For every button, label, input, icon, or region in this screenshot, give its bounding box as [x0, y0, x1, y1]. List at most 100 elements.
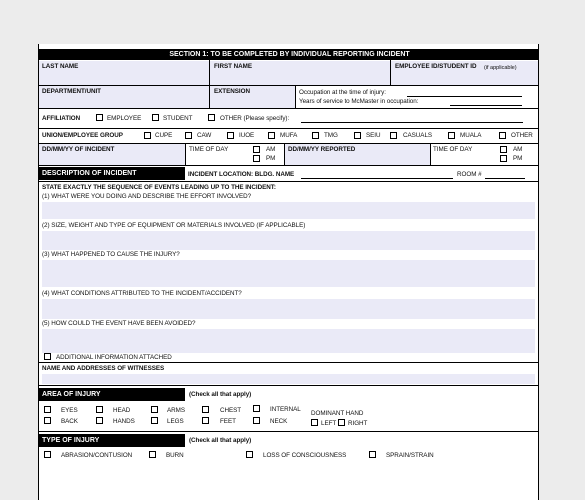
question-4-answer[interactable] [42, 299, 535, 319]
chest-label: CHEST [220, 407, 242, 414]
hands-label: HANDS [113, 418, 135, 425]
loss-of-consciousness-checkbox[interactable] [246, 451, 253, 458]
bldg-name-line[interactable] [301, 178, 453, 179]
sequence-intro: STATE EXACTLY THE SEQUENCE OF EVENTS LEA… [42, 184, 276, 191]
question-2-answer[interactable] [42, 231, 535, 250]
abrasion-label: ABRASION/CONTUSION [61, 452, 133, 459]
employee-option-label: EMPLOYEE [107, 115, 142, 122]
additional-info-label: ADDITIONAL INFORMATION ATTACHED [56, 354, 172, 361]
arms-label: ARMS [167, 407, 185, 414]
employee-id-note: (if applicable) [484, 64, 517, 71]
neck-label: NECK [270, 418, 288, 425]
burn-checkbox[interactable] [149, 451, 156, 458]
union-option: CUPE [155, 132, 173, 139]
burn-label: BURN [166, 452, 184, 459]
am-2-label: AM [513, 146, 523, 153]
union-checkbox[interactable] [499, 132, 506, 139]
union-label: UNION/EMPLOYEE GROUP [42, 132, 123, 139]
student-option-label: STUDENT [163, 115, 193, 122]
feet-checkbox[interactable] [202, 417, 209, 424]
pm-checkbox[interactable] [253, 155, 260, 162]
union-option: CAW [197, 132, 212, 139]
am-label: AM [266, 146, 276, 153]
head-checkbox[interactable] [96, 406, 103, 413]
union-option: OTHER [511, 132, 533, 139]
question-3-label: (3) WHAT HAPPENED TO CAUSE THE INJURY? [42, 251, 180, 258]
back-checkbox[interactable] [44, 417, 51, 424]
incident-report-form: SECTION 1: TO BE COMPLETED BY INDIVIDUAL… [38, 44, 539, 500]
question-5-answer[interactable] [42, 329, 535, 353]
student-checkbox[interactable] [152, 114, 159, 121]
dominant-hand-label: DOMINANT HAND [311, 410, 364, 417]
union-option: MUALA [460, 132, 482, 139]
question-5-label: (5) HOW COULD THE EVENT HAVE BEEN AVOIDE… [42, 320, 196, 327]
time-of-day-label: TIME OF DAY [189, 146, 229, 153]
hands-checkbox[interactable] [96, 417, 103, 424]
eyes-label: EYES [61, 407, 78, 414]
neck-checkbox[interactable] [253, 417, 260, 424]
right-hand-checkbox[interactable] [338, 419, 345, 426]
loss-of-consciousness-label: LOSS OF CONSCIOUSNESS [263, 452, 347, 459]
incident-date-label: DD/MM/YY OF INCIDENT [42, 146, 115, 153]
type-check-all-note: (Check all that apply) [189, 437, 252, 444]
union-checkbox[interactable] [268, 132, 275, 139]
am-checkbox[interactable] [253, 146, 260, 153]
occupation-label: Occupation at the time of injury: [299, 89, 386, 96]
question-1-answer[interactable] [42, 202, 535, 219]
sprain-strain-label: SPRAIN/STRAIN [386, 452, 434, 459]
time-of-day-2-label: TIME OF DAY [433, 146, 473, 153]
first-name-label: FIRST NAME [214, 63, 252, 70]
employee-id-label: EMPLOYEE ID/STUDENT ID [395, 63, 477, 70]
back-label: BACK [61, 418, 78, 425]
room-label: ROOM # [457, 171, 482, 178]
witnesses-field[interactable] [42, 374, 535, 384]
union-option: SEIU [366, 132, 381, 139]
union-option: TMG [324, 132, 338, 139]
room-line[interactable] [485, 178, 525, 179]
union-checkbox[interactable] [312, 132, 319, 139]
legs-checkbox[interactable] [151, 417, 158, 424]
sprain-strain-checkbox[interactable] [369, 451, 376, 458]
eyes-checkbox[interactable] [44, 406, 51, 413]
last-name-label: LAST NAME [42, 63, 79, 70]
area-of-injury-header: AREA OF INJURY [39, 388, 185, 401]
other-specify-line[interactable] [301, 122, 523, 123]
am-2-checkbox[interactable] [500, 146, 507, 153]
union-checkbox[interactable] [354, 132, 361, 139]
internal-label: INTERNAL [270, 406, 301, 413]
left-hand-label: LEFT [321, 420, 337, 427]
arms-checkbox[interactable] [151, 406, 158, 413]
other-affiliation-label: OTHER (Please specify): [220, 115, 289, 123]
additional-info-checkbox[interactable] [44, 353, 51, 360]
affiliation-label: AFFILIATION [42, 115, 81, 122]
feet-label: FEET [220, 418, 236, 425]
question-4-label: (4) WHAT CONDITIONS ATTRIBUTED TO THE IN… [42, 290, 242, 297]
witnesses-label: NAME AND ADDRESSES OF WITNESSES [42, 365, 165, 372]
internal-checkbox[interactable] [253, 405, 260, 412]
chest-checkbox[interactable] [202, 406, 209, 413]
question-3-answer[interactable] [42, 260, 535, 287]
union-option: IUOE [239, 132, 255, 139]
occupation-line[interactable] [407, 96, 522, 97]
union-checkbox[interactable] [390, 132, 397, 139]
union-checkbox[interactable] [227, 132, 234, 139]
other-affiliation-checkbox[interactable] [208, 114, 215, 121]
years-service-line[interactable] [450, 105, 522, 106]
pm-2-checkbox[interactable] [500, 155, 507, 162]
left-hand-checkbox[interactable] [311, 419, 318, 426]
type-of-injury-header: TYPE OF INJURY [39, 434, 185, 447]
reported-date-label: DD/MM/YY REPORTED [288, 146, 356, 153]
section-header: SECTION 1: TO BE COMPLETED BY INDIVIDUAL… [39, 49, 538, 60]
legs-label: LEGS [167, 418, 184, 425]
years-service-label: Years of service to McMaster in occupati… [299, 98, 419, 105]
pm-label: PM [266, 155, 276, 162]
union-checkbox[interactable] [144, 132, 151, 139]
description-header: DESCRIPTION OF INCIDENT [39, 167, 185, 180]
department-label: DEPARTMENT/UNIT [42, 88, 101, 95]
abrasion-checkbox[interactable] [44, 451, 51, 458]
area-check-all-note: (Check all that apply) [189, 391, 252, 398]
union-checkbox[interactable] [448, 132, 455, 139]
union-checkbox[interactable] [185, 132, 192, 139]
employee-checkbox[interactable] [96, 114, 103, 121]
union-option: MUFA [280, 132, 298, 139]
